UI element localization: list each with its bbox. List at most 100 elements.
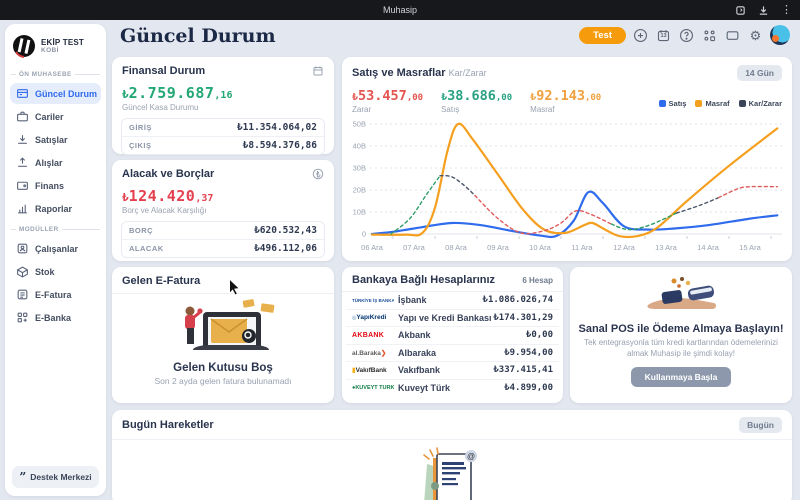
sidebar-section-moduller: MODÜLLER <box>5 221 106 236</box>
start-using-button[interactable]: Kullanmaya Başla <box>630 366 732 387</box>
bank-row-isbank[interactable]: TÜRKİYE İŞ BANKASI İşbank ₺1.086.026,74 <box>346 292 559 310</box>
svg-text:50B: 50B <box>353 120 366 129</box>
app-screen: Muhasip ⋮ EKİP TEST KOBİ ÖN MUHASEBE Gün… <box>0 0 800 500</box>
bugun-badge[interactable]: Bugün <box>739 417 782 433</box>
kuveytturk-logo: ●KUVEYT TÜRK <box>352 385 394 392</box>
lira-circle-icon[interactable] <box>312 168 324 180</box>
empty-inbox-subtitle: Son 2 ayda gelen fatura bulunamadı <box>154 376 292 386</box>
bank-accounts-title: Bankaya Bağlı Hesaplarınız <box>352 274 496 286</box>
alacak-title: Alacak ve Borçlar <box>122 168 215 180</box>
sidebar-item-guncel-durum[interactable]: Güncel Durum <box>10 83 101 104</box>
sidebar: EKİP TEST KOBİ ÖN MUHASEBE Güncel Durum … <box>5 24 106 496</box>
sidebar-section-on-muhasebe: ÖN MUHASEBE <box>5 66 106 81</box>
bar-chart-icon <box>18 204 27 214</box>
calendar-day-number: 13 <box>660 33 667 39</box>
calendar-icon[interactable]: 13 <box>655 27 672 44</box>
kasa-subtitle: Güncel Kasa Durumu <box>122 103 199 112</box>
company-name: EKİP TEST <box>41 38 84 47</box>
chart-stats: ₺53.457,00 Zarar ₺38.686,00 Satış ₺92.14… <box>342 83 792 114</box>
bank-row-vakifbank[interactable]: ▮VakıfBank Vakıfbank ₺337.415,41 <box>346 362 559 380</box>
legend-karzarar: Kar/Zarar <box>738 99 782 108</box>
borc-alacak-amount: ₺124.420,37 <box>122 187 214 205</box>
apps-grid-icon[interactable] <box>701 27 718 44</box>
empty-inbox-title: Gelen Kutusu Boş <box>173 362 273 374</box>
stat-zarar: ₺53.457,00 Zarar <box>352 88 424 114</box>
svg-text:06 Ara: 06 Ara <box>361 243 384 252</box>
bank-row-kuveytturk[interactable]: ●KUVEYT TÜRK Kuveyt Türk ₺4.899,00 <box>346 380 559 398</box>
bank-row-yapikredi[interactable]: ◎YapıKredi Yapı ve Kredi Bankası ₺174.30… <box>346 310 559 327</box>
efatura-title: Gelen E-Fatura <box>122 275 201 287</box>
svg-text:40B: 40B <box>353 142 366 151</box>
sidebar-item-stok[interactable]: Stok <box>10 261 101 282</box>
table-row-borc: BORÇ ₺620.532,43 <box>129 225 317 236</box>
stat-masraf: ₺92.143,00 Masraf <box>530 88 602 114</box>
sidebar-item-e-banka[interactable]: E-Banka <box>10 307 101 328</box>
chart-title: Satış ve Masraflar Kar/Zarar <box>352 67 487 79</box>
sidebar-item-calisanlar[interactable]: Çalışanlar <box>10 238 101 259</box>
arrow-down-tray-icon <box>18 135 27 144</box>
quote-icon: ” <box>19 470 27 484</box>
table-row-cikis: ÇIKIŞ ₺8.594.376,86 <box>122 136 324 154</box>
yapikredi-logo: ◎YapıKredi <box>352 314 387 322</box>
legend-masraf: Masraf <box>695 99 730 108</box>
borc-alacak-table: BORÇ ₺620.532,43 ALACAK ₺496.112,06 <box>121 221 325 258</box>
card-satis-masraflar: Satış ve Masraflar Kar/Zarar 14 Gün ₺53.… <box>342 57 792 261</box>
window-titlebar: Muhasip ⋮ <box>0 0 800 20</box>
test-mode-pill[interactable]: Test <box>579 26 626 44</box>
document-illustration: @ <box>423 447 477 500</box>
download-icon[interactable] <box>758 5 769 16</box>
card-alacak-borclar: Alacak ve Borçlar ₺124.420,37 Borç ve Al… <box>112 160 334 261</box>
bank-row-akbank[interactable]: AKBANK Akbank ₺0,00 <box>346 327 559 345</box>
sidebar-item-satislar[interactable]: Satışlar <box>10 129 101 150</box>
menu-dots-icon[interactable]: ⋮ <box>781 0 792 20</box>
briefcase-icon <box>17 111 28 122</box>
box-icon <box>17 266 28 278</box>
pos-illustration <box>647 277 717 309</box>
window-frame-icon[interactable] <box>724 27 741 44</box>
range-badge[interactable]: 14 Gün <box>737 65 782 81</box>
settings-gear-icon[interactable]: ⚙ <box>747 27 764 44</box>
kasa-amount: ₺2.759.687,16 <box>122 84 233 102</box>
svg-text:0: 0 <box>362 230 366 239</box>
person-badge-icon <box>17 243 28 254</box>
bank-row-albaraka[interactable]: al.Baraka❯ Albaraka ₺9.954,00 <box>346 345 559 362</box>
table-row-alacak: ALACAK ₺496.112,06 <box>122 239 324 257</box>
svg-text:20B: 20B <box>353 186 366 195</box>
card-finansal-durum: Finansal Durum ₺2.759.687,16 Güncel Kasa… <box>112 57 334 155</box>
app-mode-icon[interactable] <box>735 5 746 16</box>
svg-text:14 Ara: 14 Ara <box>697 243 720 252</box>
svg-text:08 Ara: 08 Ara <box>445 243 468 252</box>
sidebar-item-alislar[interactable]: Alışlar <box>10 152 101 173</box>
table-row-giris: GİRİŞ ₺11.354.064,02 <box>129 122 317 133</box>
card-sanal-pos: Sanal POS ile Ödeme Almaya Başlayın! Tek… <box>570 267 792 403</box>
albaraka-logo: al.Baraka❯ <box>352 349 387 357</box>
window-title: Muhasip <box>382 5 418 15</box>
svg-text:10 Ara: 10 Ara <box>529 243 552 252</box>
report-calendar-icon[interactable] <box>312 65 324 77</box>
pos-description: Tek entegrasyonla tüm kredi kartlarından… <box>584 338 778 358</box>
isbank-logo: TÜRKİYE İŞ BANKASI <box>352 297 394 303</box>
card-gelen-efatura: Gelen E-Fatura Gelen Kutusu Boş Son 2 ay… <box>112 267 334 403</box>
sidebar-item-cariler[interactable]: Cariler <box>10 106 101 127</box>
svg-text:09 Ara: 09 Ara <box>487 243 510 252</box>
wallet-icon <box>17 181 28 190</box>
akbank-logo: AKBANK <box>352 331 385 339</box>
card-bank-accounts: Bankaya Bağlı Hesaplarınız 6 Hesap TÜRKİ… <box>342 267 563 403</box>
sidebar-item-e-fatura[interactable]: E-Fatura <box>10 284 101 305</box>
svg-text:12 Ara: 12 Ara <box>613 243 636 252</box>
svg-text:@: @ <box>467 452 475 461</box>
sidebar-item-raporlar[interactable]: Raporlar <box>10 198 101 219</box>
add-circle-icon[interactable] <box>632 27 649 44</box>
svg-text:15 Ara: 15 Ara <box>739 243 762 252</box>
user-avatar[interactable] <box>770 25 790 45</box>
company-badge[interactable]: EKİP TEST KOBİ <box>5 30 106 66</box>
vakifbank-logo: ▮VakıfBank <box>352 367 387 375</box>
borc-alacak-subtitle: Borç ve Alacak Karşılığı <box>122 206 207 215</box>
grid-icon <box>17 312 28 323</box>
sales-expenses-line-chart: 0 10B 20B 30B 40B 50B 06 Ara 07 Ara 08 Ara 09 Ara… <box>353 120 782 252</box>
pos-title: Sanal POS ile Ödeme Almaya Başlayın! <box>578 323 784 335</box>
bank-accounts-count: 6 Hesap <box>522 275 553 285</box>
help-circle-icon[interactable] <box>678 27 695 44</box>
sidebar-item-finans[interactable]: Finans <box>10 175 101 196</box>
support-center-button[interactable]: ” Destek Merkezi <box>12 466 99 488</box>
